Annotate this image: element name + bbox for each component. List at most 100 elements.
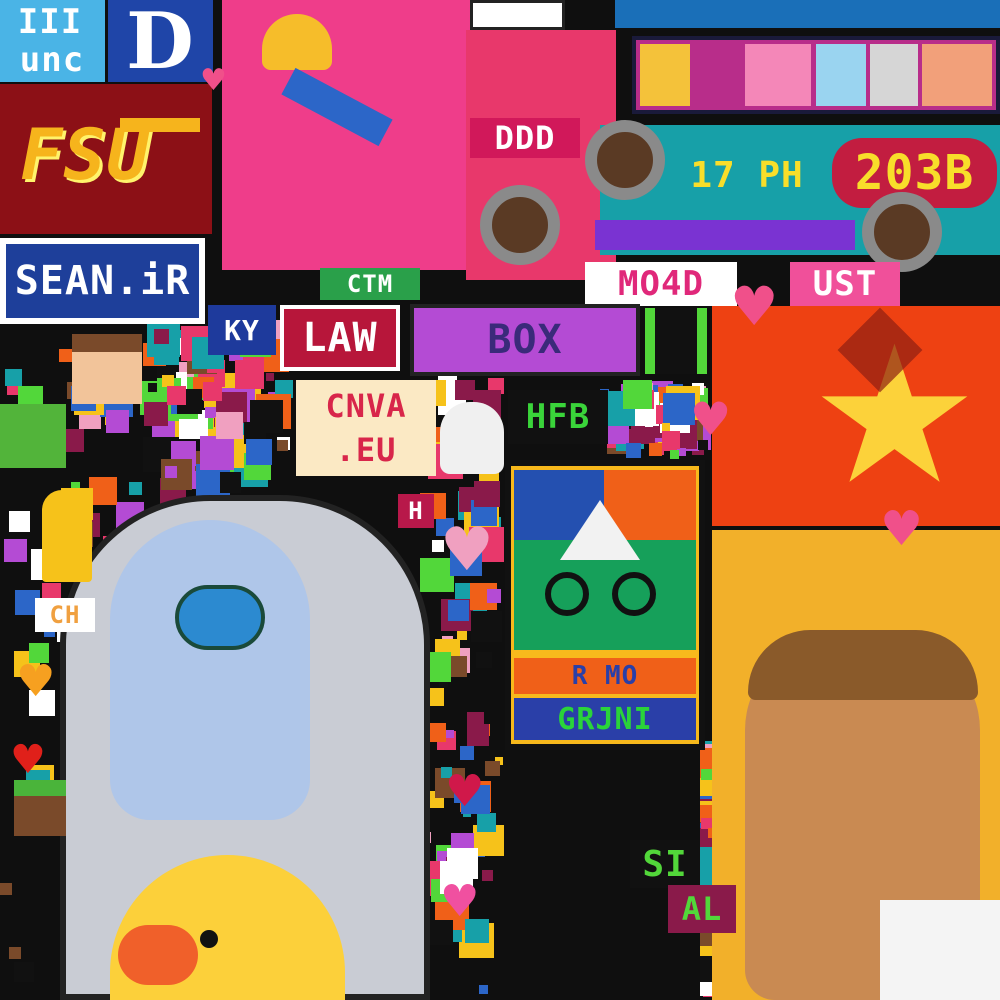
pixel-tile — [476, 652, 492, 668]
pixel-tile — [482, 870, 493, 881]
pink-art-area — [222, 0, 472, 270]
heart-icon: ♥ — [440, 876, 480, 927]
top-banner — [615, 0, 1000, 28]
pixel-tile — [154, 329, 169, 344]
face-2 — [745, 44, 811, 106]
cnva-label: CNVA — [325, 387, 407, 425]
blue-bird-icon — [175, 585, 265, 650]
heart-icon: ♥ — [16, 656, 56, 707]
pixel-tile — [203, 382, 222, 401]
brown-hair-face — [72, 334, 142, 404]
ust-label: UST — [790, 262, 900, 306]
ch-label: CH — [35, 598, 95, 632]
h-label: H — [398, 494, 434, 528]
pixel-tile — [455, 380, 475, 400]
pixel-tile — [129, 482, 142, 495]
duck-eye — [200, 930, 218, 948]
pixel-tile — [5, 369, 22, 386]
pixel-tile — [485, 761, 500, 776]
ph-label: 17 PH — [690, 154, 804, 196]
eu-label: .EU — [335, 431, 397, 469]
unc-label: unc — [19, 42, 85, 78]
pixel-tile — [701, 769, 712, 780]
wheel-2-icon — [480, 185, 560, 265]
duck-beak — [118, 925, 198, 985]
pixel-tile — [645, 419, 653, 427]
face-1 — [640, 44, 690, 106]
pixel-tile — [216, 412, 243, 439]
heart-icon: ♥ — [445, 766, 485, 817]
pixel-tile — [9, 947, 21, 959]
pixel-tile — [467, 712, 484, 729]
pixel-tile — [446, 730, 454, 738]
pixel-tile — [678, 448, 686, 456]
ky-label: KY — [208, 305, 276, 355]
bike-wheel-left-icon — [545, 572, 589, 616]
pixel-tile — [662, 423, 670, 431]
box-label: BOX — [414, 308, 636, 372]
pixel-tile — [235, 360, 264, 389]
heart-icon: ♥ — [440, 515, 494, 585]
pixel-tile — [277, 440, 288, 451]
pixel-tile — [670, 450, 679, 459]
grjni-label: GRJNI — [514, 698, 696, 740]
pixel-tile — [487, 589, 501, 603]
portrait-shirt — [880, 900, 1000, 1000]
pixel-tile — [626, 443, 641, 458]
speech-bubble — [470, 0, 565, 30]
wheel-1-icon — [585, 120, 665, 200]
fsu-spear-icon — [120, 118, 200, 132]
hfb-label: HFB — [508, 390, 608, 444]
pixel-tile — [479, 985, 488, 994]
heart-icon: ♥ — [10, 737, 46, 783]
ddd-label: DDD — [470, 118, 580, 158]
pixel-tile — [220, 472, 241, 493]
pixel-tile — [89, 477, 117, 505]
pixel-tile — [471, 611, 502, 642]
law-label: LAW — [302, 315, 378, 361]
pixel-tile — [448, 600, 469, 621]
rmo-label: R MO — [514, 658, 696, 694]
pixel-tile — [106, 410, 129, 433]
bike-wheel-right-icon — [612, 572, 656, 616]
green-duck-icon — [0, 404, 66, 468]
pixel-tile — [4, 539, 27, 562]
pixel-tile — [59, 349, 72, 362]
al-label: AL — [668, 885, 736, 933]
heart-icon: ♥ — [730, 275, 779, 338]
pixel-tile — [167, 386, 186, 405]
heart-icon: ♥ — [880, 501, 924, 557]
pixel-tile — [0, 883, 12, 895]
pixel-tile — [649, 443, 662, 456]
fsu-label: FSU — [20, 114, 150, 196]
pixel-tile — [144, 402, 168, 426]
grey-mascot-shine — [110, 520, 310, 820]
pixel-tile — [623, 380, 652, 409]
pixel-canvas[interactable]: III unc D FSU SEAN.iR DDD 17 PH 203B MO4… — [0, 0, 1000, 1000]
face-3 — [816, 44, 866, 106]
wheel-3-icon — [862, 192, 942, 272]
pixel-tile — [200, 436, 234, 470]
heart-icon: ♥ — [200, 63, 227, 98]
pixel-tile — [9, 511, 30, 532]
pixel-tile — [266, 373, 274, 381]
yellow-figure-icon — [42, 490, 92, 582]
si-label: SI — [630, 840, 700, 888]
pixel-tile — [662, 431, 680, 449]
pixel-tile — [165, 466, 177, 478]
face-4 — [870, 44, 918, 106]
pixel-tile — [148, 383, 157, 392]
purple-stripe — [595, 220, 855, 250]
pixel-tile — [460, 746, 474, 760]
duke-d-label: D — [126, 0, 195, 82]
minecraft-block-icon — [14, 780, 66, 836]
heart-icon: ♥ — [690, 392, 732, 446]
ctm-label: CTM — [320, 268, 420, 300]
pixel-tile — [246, 439, 272, 465]
portrait-hair — [748, 630, 978, 700]
skull-icon — [440, 402, 504, 474]
pixel-tile — [474, 481, 500, 507]
unc-pillars-icon: III — [17, 2, 83, 42]
face-5 — [922, 44, 992, 106]
monster-icon — [645, 308, 707, 374]
